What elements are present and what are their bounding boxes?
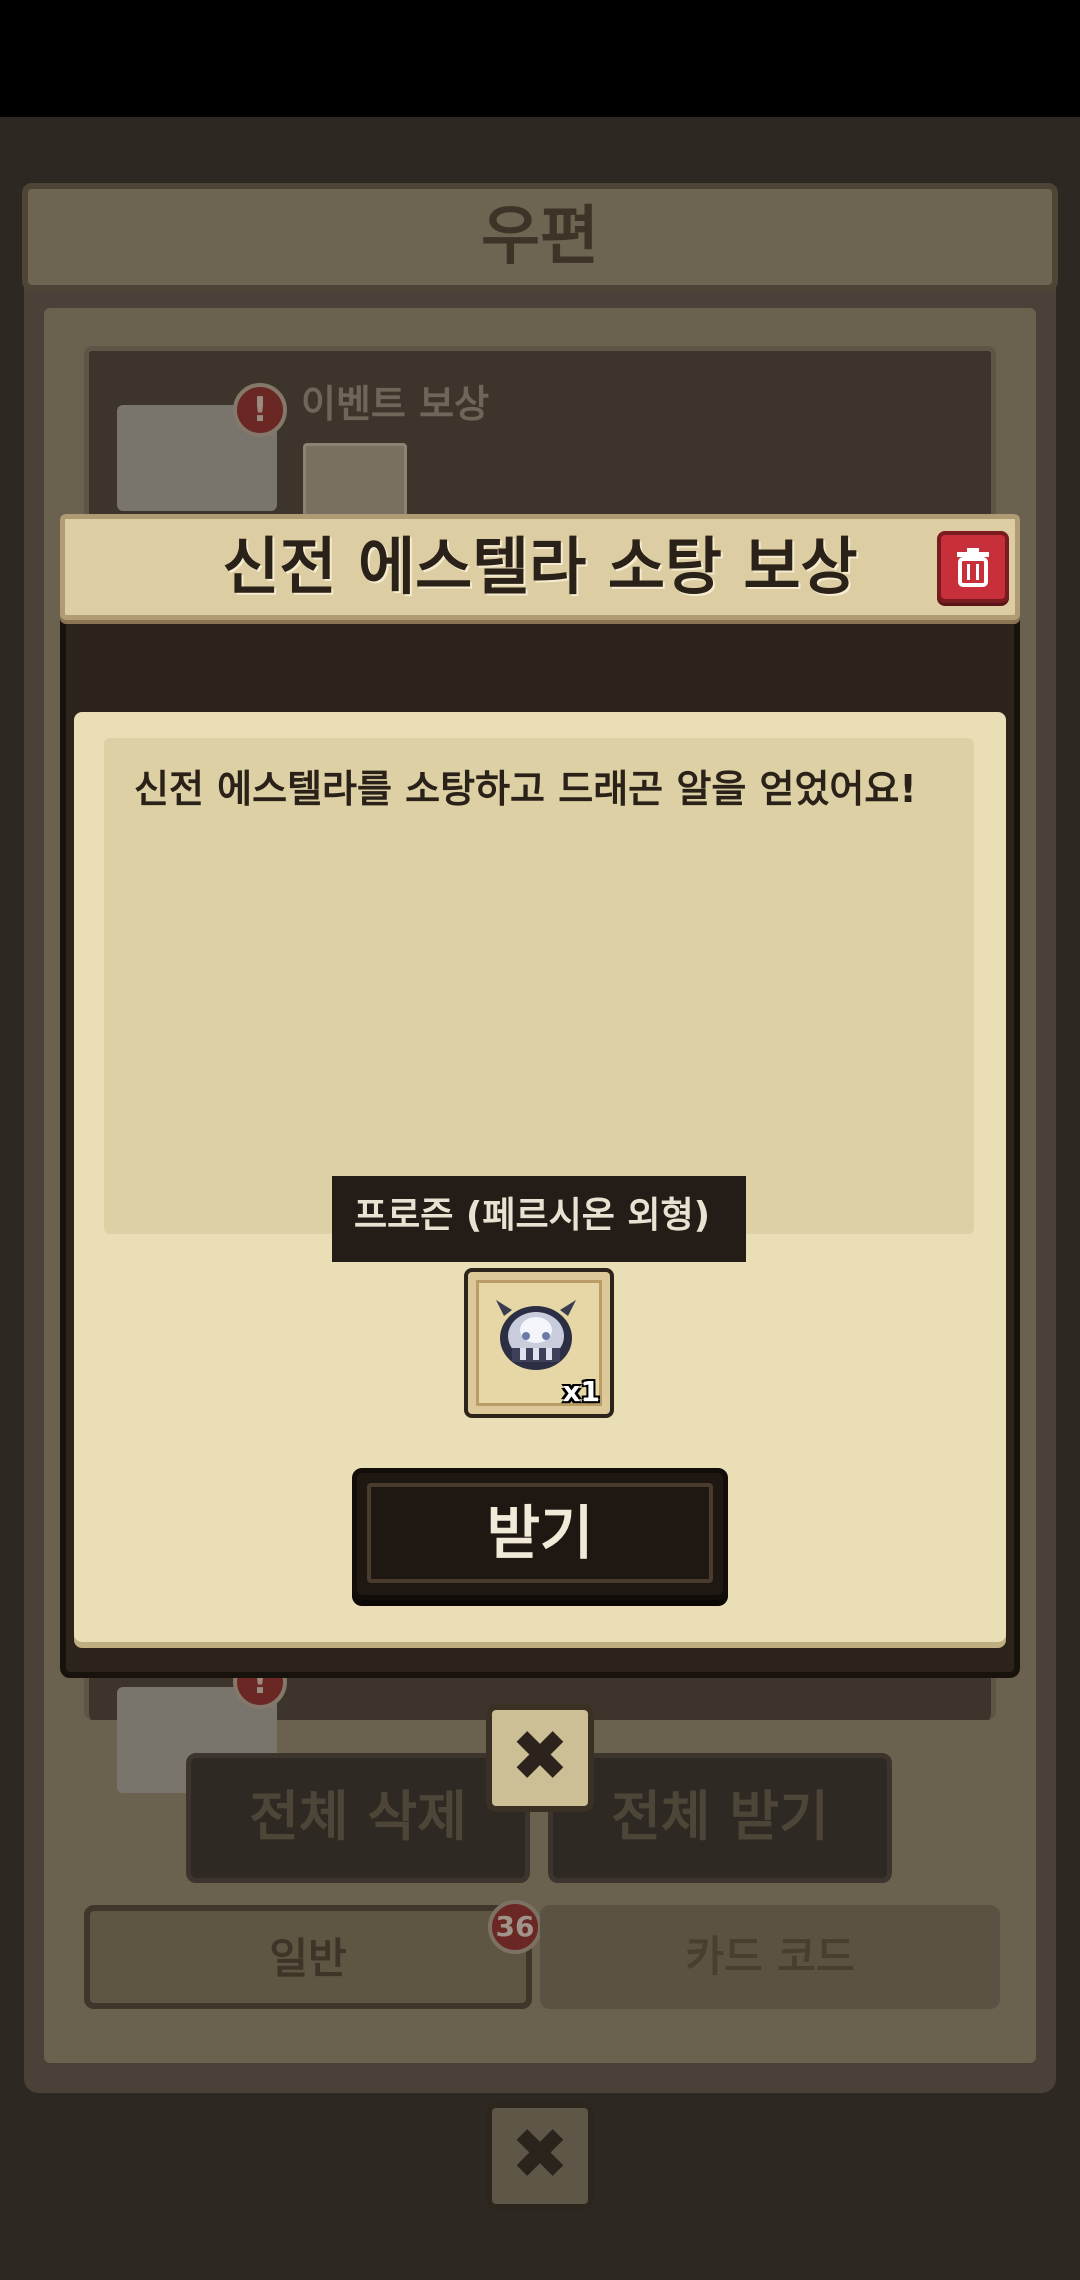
mailbox-title-bar: 우편 xyxy=(22,183,1058,291)
dialog-title: 신전 에스텔라 소탕 보상 xyxy=(222,530,858,603)
claim-all-button[interactable]: 전체 받기 xyxy=(548,1753,892,1883)
delete-all-button[interactable]: 전체 삭제 xyxy=(186,1753,530,1883)
message-box: 신전 에스텔라를 소탕하고 드래곤 알을 얻었어요! xyxy=(104,738,974,1234)
tab-card-code[interactable]: 카드 코드 xyxy=(540,1905,1000,2009)
trash-icon xyxy=(957,548,989,587)
reward-dialog: 신전 에스텔라 소탕 보상 신전 에스텔라를 소탕하고 드래곤 알을 얻었어요!… xyxy=(60,514,1020,1678)
message-text: 신전 에스텔라를 소탕하고 드래곤 알을 얻었어요! xyxy=(134,767,917,811)
claim-button-label: 받기 xyxy=(367,1483,713,1583)
reward-item-slot[interactable]: x1 xyxy=(464,1268,614,1418)
mailbox-close-button[interactable]: ✖ xyxy=(486,2102,594,2210)
frozen-dragon-helmet-icon xyxy=(496,1300,576,1370)
reward-quantity: x1 xyxy=(562,1375,600,1408)
mailbox-title: 우편 xyxy=(481,200,599,274)
dialog-close-button[interactable]: ✖ xyxy=(486,1704,594,1812)
tab-general[interactable]: 일반 xyxy=(84,1905,532,2009)
alert-icon: ! xyxy=(233,383,287,437)
dialog-header: 신전 에스텔라 소탕 보상 xyxy=(60,514,1020,620)
claim-button[interactable]: 받기 xyxy=(352,1468,728,1600)
unread-count-badge: 36 xyxy=(488,1900,542,1954)
delete-mail-button[interactable] xyxy=(937,531,1009,603)
dialog-body: 신전 에스텔라를 소탕하고 드래곤 알을 얻었어요! 프로즌 (페르시온 외형)… xyxy=(74,712,1006,1642)
reward-tooltip: 프로즌 (페르시온 외형) xyxy=(332,1176,746,1262)
close-x-icon: ✖ xyxy=(510,2113,570,2195)
close-x-icon: ✖ xyxy=(510,1715,570,1797)
status-bar xyxy=(0,0,1080,117)
mail-item-title: 이벤트 보상 xyxy=(301,382,490,426)
